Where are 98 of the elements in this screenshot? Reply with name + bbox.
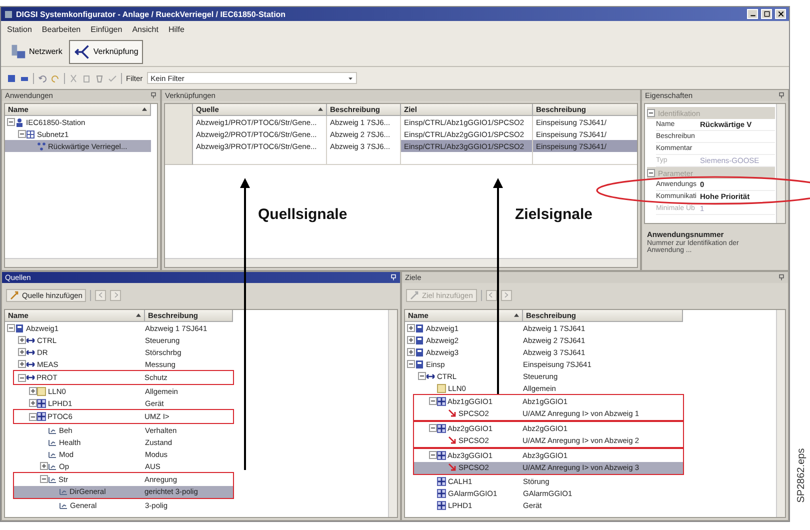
- arrow-icon: [448, 409, 456, 418]
- node-icon: [436, 450, 446, 460]
- annotation-label: Zielsignale: [515, 206, 593, 223]
- menu-item[interactable]: Hilfe: [168, 24, 184, 34]
- expand-icon[interactable]: [40, 462, 48, 470]
- collapse-icon[interactable]: [7, 118, 15, 126]
- expand-icon[interactable]: [18, 360, 26, 368]
- delete-icon: [95, 74, 104, 82]
- arrow-icon: [448, 463, 456, 472]
- double-arrow-icon: [26, 373, 34, 382]
- row-header: [165, 104, 193, 117]
- scrollbar[interactable]: [5, 258, 157, 267]
- window-title: DIGSI Systemkonfigurator - Anlage / RueckVerriegel / IEC61850-Station: [16, 10, 287, 18]
- signal-icon: [48, 426, 57, 434]
- arrow-icon: [448, 436, 456, 446]
- expand-icon[interactable]: [407, 336, 415, 344]
- node-icon: [437, 476, 446, 486]
- device-icon: [415, 324, 424, 332]
- copy-icon: [82, 74, 91, 82]
- double-arrow-icon: [26, 336, 35, 344]
- node-icon: [436, 396, 446, 406]
- save-icon: [7, 74, 16, 82]
- expand-icon[interactable]: [407, 324, 415, 332]
- signal-icon: [48, 450, 57, 458]
- annotation-label: Quellsignale: [258, 206, 348, 223]
- double-arrow-icon: [426, 372, 435, 380]
- collapse-icon[interactable]: [18, 374, 26, 382]
- maximize-icon: [764, 11, 770, 17]
- station-icon: [15, 118, 24, 126]
- collapse-icon[interactable]: [40, 475, 48, 484]
- sort-icon: [318, 107, 323, 112]
- expand-icon[interactable]: [18, 348, 26, 356]
- expand-icon[interactable]: [29, 399, 37, 407]
- node-icon: [437, 500, 446, 510]
- sort-icon: [514, 313, 519, 318]
- collapse-icon[interactable]: [7, 324, 15, 332]
- undo-icon: [38, 74, 47, 82]
- signal-icon: [59, 500, 68, 510]
- grid-icon: [26, 130, 35, 138]
- double-arrow-icon: [26, 348, 35, 356]
- collapse-icon[interactable]: [428, 397, 436, 406]
- node-icon: [37, 398, 46, 408]
- node-icon: [36, 412, 46, 421]
- double-arrow-icon: [26, 360, 35, 368]
- pin-icon: [778, 274, 785, 281]
- expand-icon[interactable]: [18, 336, 26, 344]
- collapse-icon[interactable]: [428, 424, 436, 432]
- collapse-icon[interactable]: [18, 130, 26, 138]
- menu-item[interactable]: Bearbeiten: [42, 24, 81, 34]
- minimize-button[interactable]: [747, 9, 758, 19]
- collapse-icon[interactable]: [407, 360, 415, 368]
- menu-item[interactable]: Einfügen: [90, 24, 122, 34]
- sort-icon: [136, 313, 141, 318]
- view-button[interactable]: Netzwerk: [5, 40, 68, 64]
- collapse-icon[interactable]: [28, 412, 36, 420]
- folder-icon: [437, 384, 446, 392]
- scrollbar[interactable]: [776, 104, 785, 223]
- node-icon: [436, 424, 446, 433]
- scrollbar[interactable]: [776, 310, 785, 517]
- pin-icon: [778, 92, 785, 99]
- collapse-icon[interactable]: [428, 451, 436, 460]
- pin-icon: [390, 274, 397, 281]
- dots-icon: [37, 142, 46, 150]
- expand-icon[interactable]: [29, 387, 37, 395]
- menu-item[interactable]: Ansicht: [132, 24, 158, 34]
- folder-icon: [37, 386, 46, 396]
- node-icon: [437, 488, 446, 498]
- cut-icon: [69, 74, 78, 82]
- sort-icon: [142, 107, 147, 112]
- expand-icon[interactable]: [407, 348, 415, 356]
- view-button[interactable]: Verknüpfung: [69, 40, 144, 64]
- scrollbar[interactable]: [165, 258, 637, 267]
- dropdown-caret-icon: [348, 76, 353, 80]
- signal-icon: [48, 462, 57, 470]
- signal-icon: [58, 487, 68, 496]
- device-icon: [15, 324, 24, 332]
- menu-item[interactable]: Station: [7, 24, 32, 34]
- network-icon: [10, 44, 26, 60]
- signal-icon: [48, 474, 56, 484]
- app-icon: [4, 10, 13, 18]
- device-icon: [415, 360, 424, 368]
- redo-icon: [51, 74, 60, 82]
- close-icon: [778, 11, 784, 17]
- signal-icon: [48, 438, 57, 446]
- collapse-icon[interactable]: [647, 169, 655, 177]
- wand-icon: [410, 290, 419, 300]
- scrollbar[interactable]: [388, 310, 397, 517]
- device-icon: [415, 336, 424, 344]
- maximize-button[interactable]: [761, 9, 772, 19]
- device-icon: [415, 348, 424, 356]
- collapse-icon[interactable]: [418, 372, 426, 380]
- link-icon: [74, 44, 90, 60]
- collapse-icon[interactable]: [647, 109, 655, 117]
- pin-icon: [150, 92, 157, 99]
- figure-label: SP2862.eps: [795, 448, 806, 503]
- wand-icon: [10, 290, 19, 300]
- check-icon: [108, 74, 117, 82]
- close-button[interactable]: [775, 9, 786, 19]
